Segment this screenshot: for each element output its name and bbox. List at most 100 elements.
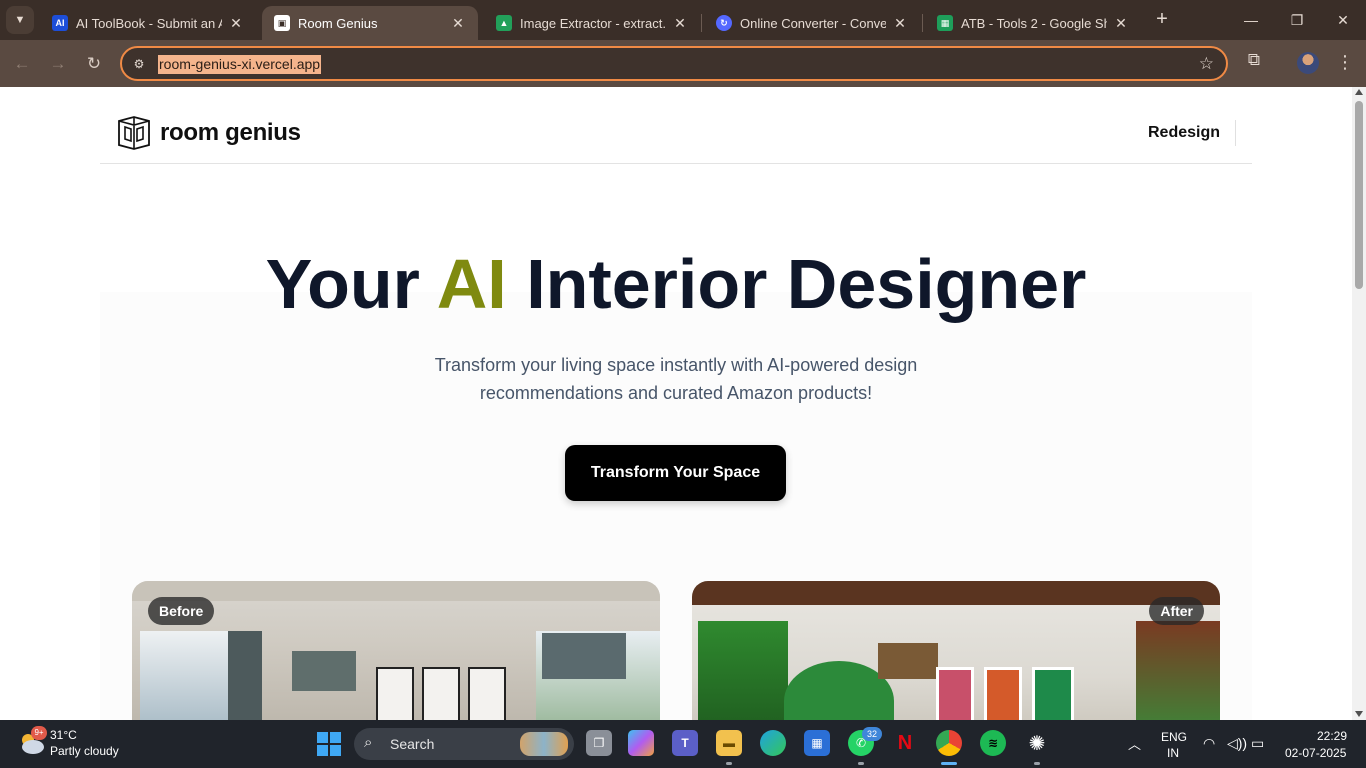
region-indicator[interactable]: IN [1167,746,1179,760]
start-tile [317,732,328,743]
profile-avatar[interactable] [1297,52,1319,74]
tab-room-genius[interactable]: ▣ Room Genius ✕ [262,6,478,40]
tab-separator [701,14,702,32]
microsoft-store-icon[interactable]: ▦ [804,730,830,756]
wifi-icon[interactable]: ◠ [1203,735,1215,752]
after-room-image: After [692,581,1220,720]
tab-title: Room Genius [298,15,378,31]
sheets-favicon-icon: ▦ [937,15,953,31]
teams-icon[interactable]: T [672,730,698,756]
netflix-icon[interactable]: N [892,730,918,756]
hero-title: Your AI Interior Designer [0,244,1352,324]
tab-title: Image Extractor - extract.pics [520,15,666,31]
before-badge: Before [148,597,215,625]
tab-close-icon[interactable]: ✕ [450,15,466,32]
frame-shape [984,667,1022,720]
tab-google-sheets[interactable]: ▦ ATB - Tools 2 - Google Sheet ✕ [925,6,1141,40]
blind-shape [292,651,356,691]
active-indicator [941,762,957,765]
windows-start-icon[interactable] [317,732,341,756]
site-info-icon[interactable]: ⚙ [130,55,148,73]
tab-image-extractor[interactable]: ▲ Image Extractor - extract.pics ✕ [484,6,700,40]
hero-title-part2: Interior Designer [506,245,1087,323]
search-highlight-image [520,732,568,756]
weather-description[interactable]: Partly cloudy [50,744,119,758]
room-genius-favicon-icon: ▣ [274,15,290,31]
edge-icon[interactable] [760,730,786,756]
bookmark-star-icon[interactable]: ☆ [1199,54,1214,74]
page-viewport: room genius Redesign Your AI Interior De… [0,87,1352,720]
running-indicator [726,762,732,765]
chrome-icon[interactable] [936,730,962,756]
window-shape [1136,621,1220,720]
copilot-icon[interactable] [628,730,654,756]
tab-close-icon[interactable]: ✕ [672,15,688,32]
task-view-icon[interactable]: ❐ [586,730,612,756]
browser-toolbar: ← → ↻ ⚙ room-genius-xi.vercel.app ☆ [0,40,1366,87]
weather-temperature[interactable]: 31°C [50,728,77,742]
frame-shape [468,667,506,720]
spotify-icon[interactable]: ≋ [980,730,1006,756]
search-icon: ⌕ [364,734,373,751]
extensions-icon[interactable]: ⧉ [1243,50,1265,72]
close-window-button[interactable]: ✕ [1328,8,1358,32]
language-indicator[interactable]: ENG [1161,730,1187,744]
volume-icon[interactable]: ◁)) [1227,735,1247,752]
hero-title-accent: AI [436,245,507,323]
taskbar-search-box[interactable]: ⌕ Search [354,728,574,760]
clock-date[interactable]: 02-07-2025 [1285,746,1346,760]
tab-search-button[interactable]: ▼ [6,6,34,34]
after-badge: After [1149,597,1204,625]
file-explorer-icon[interactable]: ▬ [716,730,742,756]
tab-close-icon[interactable]: ✕ [228,15,244,32]
tab-online-converter[interactable]: ↻ Online Converter - Convert I ✕ [704,6,920,40]
address-bar[interactable]: ⚙ room-genius-xi.vercel.app ☆ [120,46,1228,81]
scroll-thumb[interactable] [1355,101,1363,289]
green-window-shape [698,621,788,720]
scroll-down-arrow-icon[interactable] [1355,711,1363,717]
nav-redesign-link[interactable]: Redesign [1148,124,1220,142]
running-indicator [1034,762,1040,765]
transform-your-space-button[interactable]: Transform Your Space [565,445,786,501]
page-scrollbar[interactable] [1352,87,1366,720]
whatsapp-badge: 32 [862,727,882,741]
room-genius-logo-icon[interactable] [116,115,152,151]
tab-ai-toolbook[interactable]: AI AI ToolBook - Submit an AI ✕ [40,6,256,40]
frame-shape [936,667,974,720]
weather-notification-badge: 9+ [31,726,47,740]
ceiling-shape [132,581,660,601]
minimize-button[interactable]: — [1236,8,1266,32]
converter-favicon-icon: ↻ [716,15,732,31]
frame-shape [1032,667,1074,720]
hero-title-part1: Your [265,245,437,323]
browser-menu-icon[interactable]: ⋮ [1336,50,1354,74]
blind-shape [542,633,626,679]
brand-name[interactable]: room genius [160,119,301,147]
restore-button[interactable]: ❐ [1282,8,1312,32]
url-text[interactable]: room-genius-xi.vercel.app [158,55,322,74]
reload-button[interactable]: ↻ [82,52,106,76]
chatgpt-icon[interactable]: ✺ [1024,730,1050,756]
frame-shape [376,667,414,720]
search-label: Search [390,736,435,752]
forward-button[interactable]: → [46,52,70,76]
site-header: room genius Redesign [100,87,1252,164]
battery-icon[interactable]: ▭ [1251,735,1264,752]
clock-time[interactable]: 22:29 [1317,729,1347,743]
ai-toolbook-favicon-icon: AI [52,15,68,31]
start-tile [330,745,341,756]
image-favicon-icon: ▲ [496,15,512,31]
before-room-image: Before [132,581,660,720]
hidden-icons-chevron-icon[interactable]: ︿ [1128,734,1141,753]
tab-strip: ▼ AI AI ToolBook - Submit an AI ✕ ▣ Room… [0,0,1366,40]
scroll-up-arrow-icon[interactable] [1355,89,1363,95]
hero-subtitle: Transform your living space instantly wi… [434,355,918,403]
curtain-shape [228,631,262,720]
back-button[interactable]: ← [10,52,34,76]
start-tile [330,732,341,743]
tab-close-icon[interactable]: ✕ [1113,15,1129,32]
new-tab-button[interactable]: + [1150,8,1174,32]
tab-close-icon[interactable]: ✕ [892,15,908,32]
running-indicator [858,762,864,765]
nav-divider [1235,120,1236,146]
